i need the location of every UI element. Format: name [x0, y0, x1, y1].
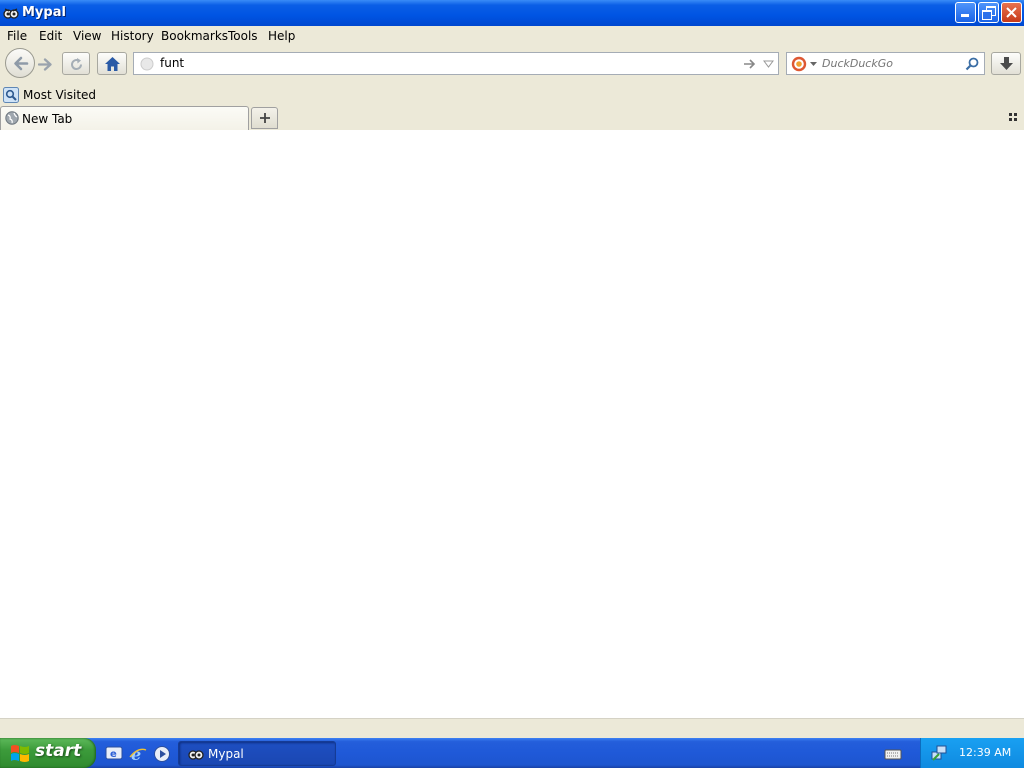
start-label: start	[35, 741, 82, 761]
forward-button[interactable]	[35, 53, 57, 75]
keyboard-language-indicator[interactable]	[884, 746, 902, 762]
engine-dropdown-icon[interactable]	[810, 62, 817, 67]
url-dropdown-icon[interactable]	[763, 60, 774, 69]
taskbar-window-mypal[interactable]: Mypal	[178, 741, 336, 766]
taskbar-window-label: Mypal	[208, 747, 244, 761]
reload-button[interactable]	[62, 52, 90, 75]
close-icon	[1006, 7, 1017, 18]
globe-icon	[5, 111, 19, 125]
search-icon[interactable]	[965, 57, 979, 71]
download-arrow-icon	[1000, 57, 1013, 70]
menu-tools[interactable]: Tools	[228, 29, 258, 43]
quicklaunch-internet-explorer[interactable]: e	[129, 745, 147, 764]
menu-help[interactable]: Help	[268, 29, 295, 43]
tab-new-tab[interactable]: New Tab	[0, 106, 249, 130]
show-desktop-icon: e	[105, 746, 123, 760]
internet-explorer-icon: e	[129, 745, 147, 764]
menu-file[interactable]: File	[7, 29, 27, 43]
network-icon[interactable]	[931, 744, 948, 761]
media-player-icon	[154, 746, 170, 762]
tab-list-grid-icon[interactable]	[1009, 113, 1018, 122]
menu-bar: File Edit View History Bookmarks Tools H…	[0, 26, 1024, 47]
window-title: Mypal	[22, 5, 66, 20]
minimize-button[interactable]	[955, 2, 976, 23]
bookmarks-toolbar: Most Visited	[0, 84, 1024, 106]
back-button[interactable]	[5, 48, 35, 78]
back-arrow-icon	[14, 56, 29, 71]
mypal-logo-icon	[3, 8, 19, 19]
tab-label: New Tab	[22, 112, 73, 126]
forward-arrow-icon	[38, 58, 52, 71]
go-arrow-icon[interactable]	[743, 58, 756, 70]
home-icon	[105, 57, 120, 71]
most-visited-folder-icon	[3, 87, 19, 103]
search-input[interactable]	[822, 57, 962, 70]
reload-icon	[71, 58, 83, 71]
title-bar[interactable]: Mypal	[0, 0, 1024, 27]
page-content[interactable]	[0, 130, 1024, 718]
status-bar	[0, 718, 1024, 739]
downloads-button[interactable]	[991, 52, 1021, 75]
mypal-taskbar-icon	[188, 750, 204, 760]
new-tab-button[interactable]	[251, 107, 278, 129]
url-bar[interactable]	[133, 52, 779, 75]
menu-history[interactable]: History	[111, 29, 154, 43]
quicklaunch-media-player[interactable]	[153, 745, 171, 763]
close-button[interactable]	[1001, 2, 1022, 23]
page-identity-icon	[140, 57, 154, 71]
menu-bookmarks[interactable]: Bookmarks	[161, 29, 228, 43]
menu-edit[interactable]: Edit	[39, 29, 62, 43]
url-input[interactable]	[160, 56, 740, 70]
windows-logo-icon	[11, 745, 29, 762]
menu-view[interactable]: View	[73, 29, 101, 43]
most-visited-label: Most Visited	[23, 88, 97, 102]
home-button[interactable]	[97, 52, 127, 75]
system-tray: 12:39 AM	[920, 738, 1024, 768]
start-button[interactable]: start	[0, 738, 96, 768]
quicklaunch-desktop[interactable]: e	[105, 745, 123, 763]
svg-text:e: e	[110, 749, 117, 760]
keyboard-icon	[884, 749, 902, 760]
clock[interactable]: 12:39 AM	[959, 746, 1011, 759]
search-bar[interactable]	[786, 52, 985, 75]
restore-button[interactable]	[978, 2, 999, 23]
duckduckgo-logo-icon[interactable]	[791, 56, 807, 72]
plus-icon	[260, 113, 270, 123]
